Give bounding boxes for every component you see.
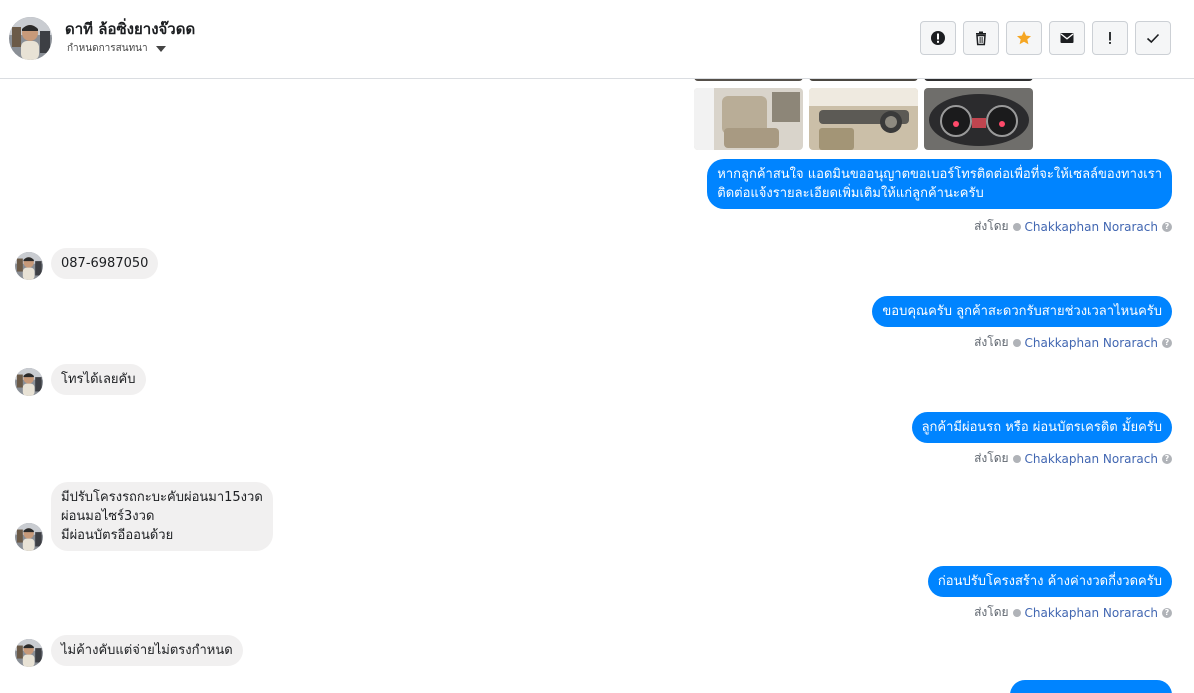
message-text: ติดต่อแจ้งรายละเอียดเพิ่มเติมให้แก่ลูกค้… — [717, 186, 984, 201]
star-button[interactable] — [1006, 21, 1042, 55]
alert-circle-icon — [931, 31, 945, 45]
exclamation-icon — [1109, 32, 1111, 44]
message-text: ผ่อนมอไซร์3งวด — [61, 509, 155, 524]
shared-photo[interactable] — [694, 88, 803, 150]
message-text: หากลูกค้าสนใจ แอดมินขออนุญาตขอเบอร์โทรติ… — [717, 167, 1162, 182]
sent-by-prefix: ส่งโดย — [974, 451, 1009, 465]
sender-link[interactable]: Chakkaphan Norarach — [1025, 606, 1158, 620]
sender-link[interactable]: Chakkaphan Norarach — [1025, 336, 1158, 350]
envelope-icon — [1060, 33, 1074, 43]
incoming-message[interactable]: มีปรับโครงรถกะบะคับผ่อนมา15งวด ผ่อนมอไซร… — [51, 482, 273, 551]
shared-photo[interactable] — [924, 88, 1033, 150]
done-button[interactable] — [1135, 21, 1171, 55]
message-text: ลูกค้ามีผ่อนรถ หรือ ผ่อนบัตรเครดิต มั้ยค… — [921, 420, 1162, 435]
verified-icon — [1012, 338, 1021, 347]
contact-avatar-small[interactable] — [15, 523, 43, 551]
message-thread[interactable]: หากลูกค้าสนใจ แอดมินขออนุญาตขอเบอร์โทรติ… — [0, 19, 1194, 693]
message-text: ก่อนปรับโครงสร้าง ค้างค่างวดกี่งวดครับ — [937, 574, 1162, 589]
sent-by-row: ส่งโดย Chakkaphan Norarach ? — [974, 603, 1172, 622]
star-icon — [1017, 31, 1031, 45]
outgoing-message-partial[interactable] — [1010, 680, 1172, 693]
sender-link[interactable]: Chakkaphan Norarach — [1025, 452, 1158, 466]
shared-photo[interactable] — [809, 88, 918, 150]
contact-avatar-small[interactable] — [15, 368, 43, 396]
verified-icon — [1012, 608, 1021, 617]
message-text: ขอบคุณครับ ลูกค้าสะดวกรับสายช่วงเวลาไหนค… — [882, 304, 1162, 319]
outgoing-message[interactable]: ขอบคุณครับ ลูกค้าสะดวกรับสายช่วงเวลาไหนค… — [872, 296, 1172, 327]
conversation-settings-label: กำหนดการสนทนา — [67, 43, 148, 54]
conversation-settings-dropdown[interactable]: กำหนดการสนทนา — [67, 41, 166, 56]
incoming-message[interactable]: ไม่ค้างคับแต่จ่ายไม่ตรงกำหนด — [51, 635, 243, 666]
outgoing-message[interactable]: ก่อนปรับโครงสร้าง ค้างค่างวดกี่งวดครับ — [927, 566, 1172, 597]
contact-name: ดาที ล้อซิ่งยางจ๊วดด — [65, 20, 196, 38]
report-button[interactable] — [920, 21, 956, 55]
incoming-message[interactable]: 087-6987050 — [51, 248, 159, 279]
message-text: มีผ่อนบัตรอีออนด้วย — [61, 528, 174, 543]
contact-avatar-small[interactable] — [15, 252, 43, 280]
sent-by-row: ส่งโดย Chakkaphan Norarach ? — [974, 217, 1172, 236]
spam-button[interactable] — [1092, 21, 1128, 55]
message-text: มีปรับโครงรถกะบะคับผ่อนมา15งวด — [61, 490, 263, 505]
message-text: ไม่ค้างคับแต่จ่ายไม่ตรงกำหนด — [61, 643, 233, 658]
message-text: โทรได้เลยคับ — [61, 372, 136, 387]
outgoing-message[interactable]: ลูกค้ามีผ่อนรถ หรือ ผ่อนบัตรเครดิต มั้ยค… — [911, 412, 1172, 443]
verified-icon — [1012, 222, 1021, 231]
help-icon[interactable]: ? — [1162, 607, 1172, 618]
sent-by-prefix: ส่งโดย — [974, 219, 1009, 233]
sent-by-prefix: ส่งโดย — [974, 335, 1009, 349]
conversation-toolbar — [920, 21, 1171, 55]
sent-by-row: ส่งโดย Chakkaphan Norarach ? — [974, 449, 1172, 468]
mark-unread-button[interactable] — [1049, 21, 1085, 55]
checkmark-icon — [1146, 33, 1160, 44]
sent-by-prefix: ส่งโดย — [974, 605, 1009, 619]
message-text: 087-6987050 — [61, 256, 149, 271]
contact-avatar[interactable] — [9, 17, 52, 60]
sent-by-row: ส่งโดย Chakkaphan Norarach ? — [974, 333, 1172, 352]
help-icon[interactable]: ? — [1162, 221, 1172, 232]
messenger-conversation: ดาที ล้อซิ่งยางจ๊วดด กำหนดการสนทนา หากลู… — [0, 0, 1194, 693]
verified-icon — [1012, 454, 1021, 463]
conversation-header: ดาที ล้อซิ่งยางจ๊วดด กำหนดการสนทนา — [0, 0, 1194, 79]
help-icon[interactable]: ? — [1162, 453, 1172, 464]
sender-link[interactable]: Chakkaphan Norarach — [1025, 220, 1158, 234]
incoming-message[interactable]: โทรได้เลยคับ — [51, 364, 146, 395]
caret-down-icon — [155, 45, 166, 52]
help-icon[interactable]: ? — [1162, 337, 1172, 348]
contact-avatar-small[interactable] — [15, 639, 43, 667]
trash-icon — [976, 31, 986, 46]
outgoing-message[interactable]: หากลูกค้าสนใจ แอดมินขออนุญาตขอเบอร์โทรติ… — [707, 159, 1172, 209]
delete-button[interactable] — [963, 21, 999, 55]
